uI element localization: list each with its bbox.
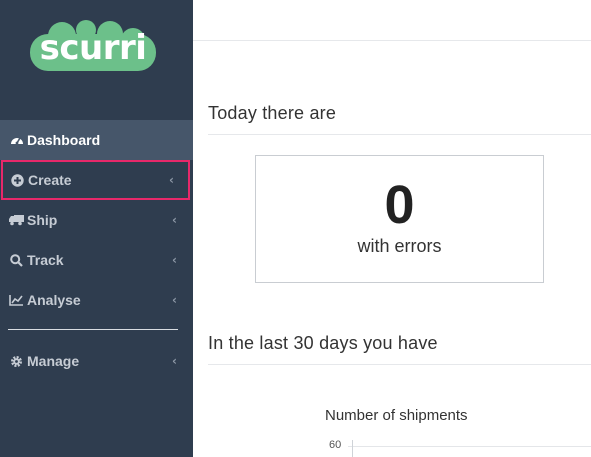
sidebar-item-label: Track [27,252,64,268]
sidebar-item-analyse[interactable]: Analyse ‹ [0,280,193,320]
sidebar-item-dashboard[interactable]: Dashboard [0,120,193,160]
today-heading: Today there are [208,103,337,123]
truck-icon [9,213,24,227]
brand-name: scurri [39,28,147,68]
dashboard-icon [9,133,24,147]
sidebar-item-label: Dashboard [27,132,101,148]
period-heading: In the last 30 days you have [208,333,438,353]
chevron-left-icon: ‹ [172,354,177,368]
sidebar-item-label: Create [28,172,72,188]
y-tick-label: 60 [329,439,342,451]
chevron-left-icon: ‹ [172,293,177,307]
scurri-logo[interactable]: scurri [30,20,156,72]
plus-circle-icon [10,173,25,187]
sidebar-item-create[interactable]: Create ‹ [1,160,190,200]
section-divider [208,134,591,135]
errors-label: with errors [357,236,442,256]
y-axis-line [352,440,353,457]
section-divider [208,364,591,365]
sidebar-item-label: Analyse [27,292,81,308]
chevron-left-icon: ‹ [172,213,177,227]
sidebar-item-ship[interactable]: Ship ‹ [0,200,193,240]
gridline [348,446,591,447]
sidebar: scurri Dashboard Create ‹ Ship ‹ Track ‹ [0,0,193,457]
sidebar-item-manage[interactable]: Manage ‹ [0,341,193,381]
sidebar-item-label: Ship [27,212,58,228]
errors-stat-card[interactable]: 0 with errors [255,155,544,283]
chevron-left-icon: ‹ [172,253,177,267]
line-chart-icon [9,293,24,307]
header-divider [193,40,591,41]
errors-count: 0 [384,175,415,235]
chart-title: Number of shipments [325,407,468,424]
sidebar-divider [8,329,178,330]
sidebar-item-track[interactable]: Track ‹ [0,240,193,280]
sidebar-item-label: Manage [27,353,80,369]
gear-icon [9,354,24,368]
search-icon [9,253,24,267]
chevron-left-icon: ‹ [169,173,174,187]
